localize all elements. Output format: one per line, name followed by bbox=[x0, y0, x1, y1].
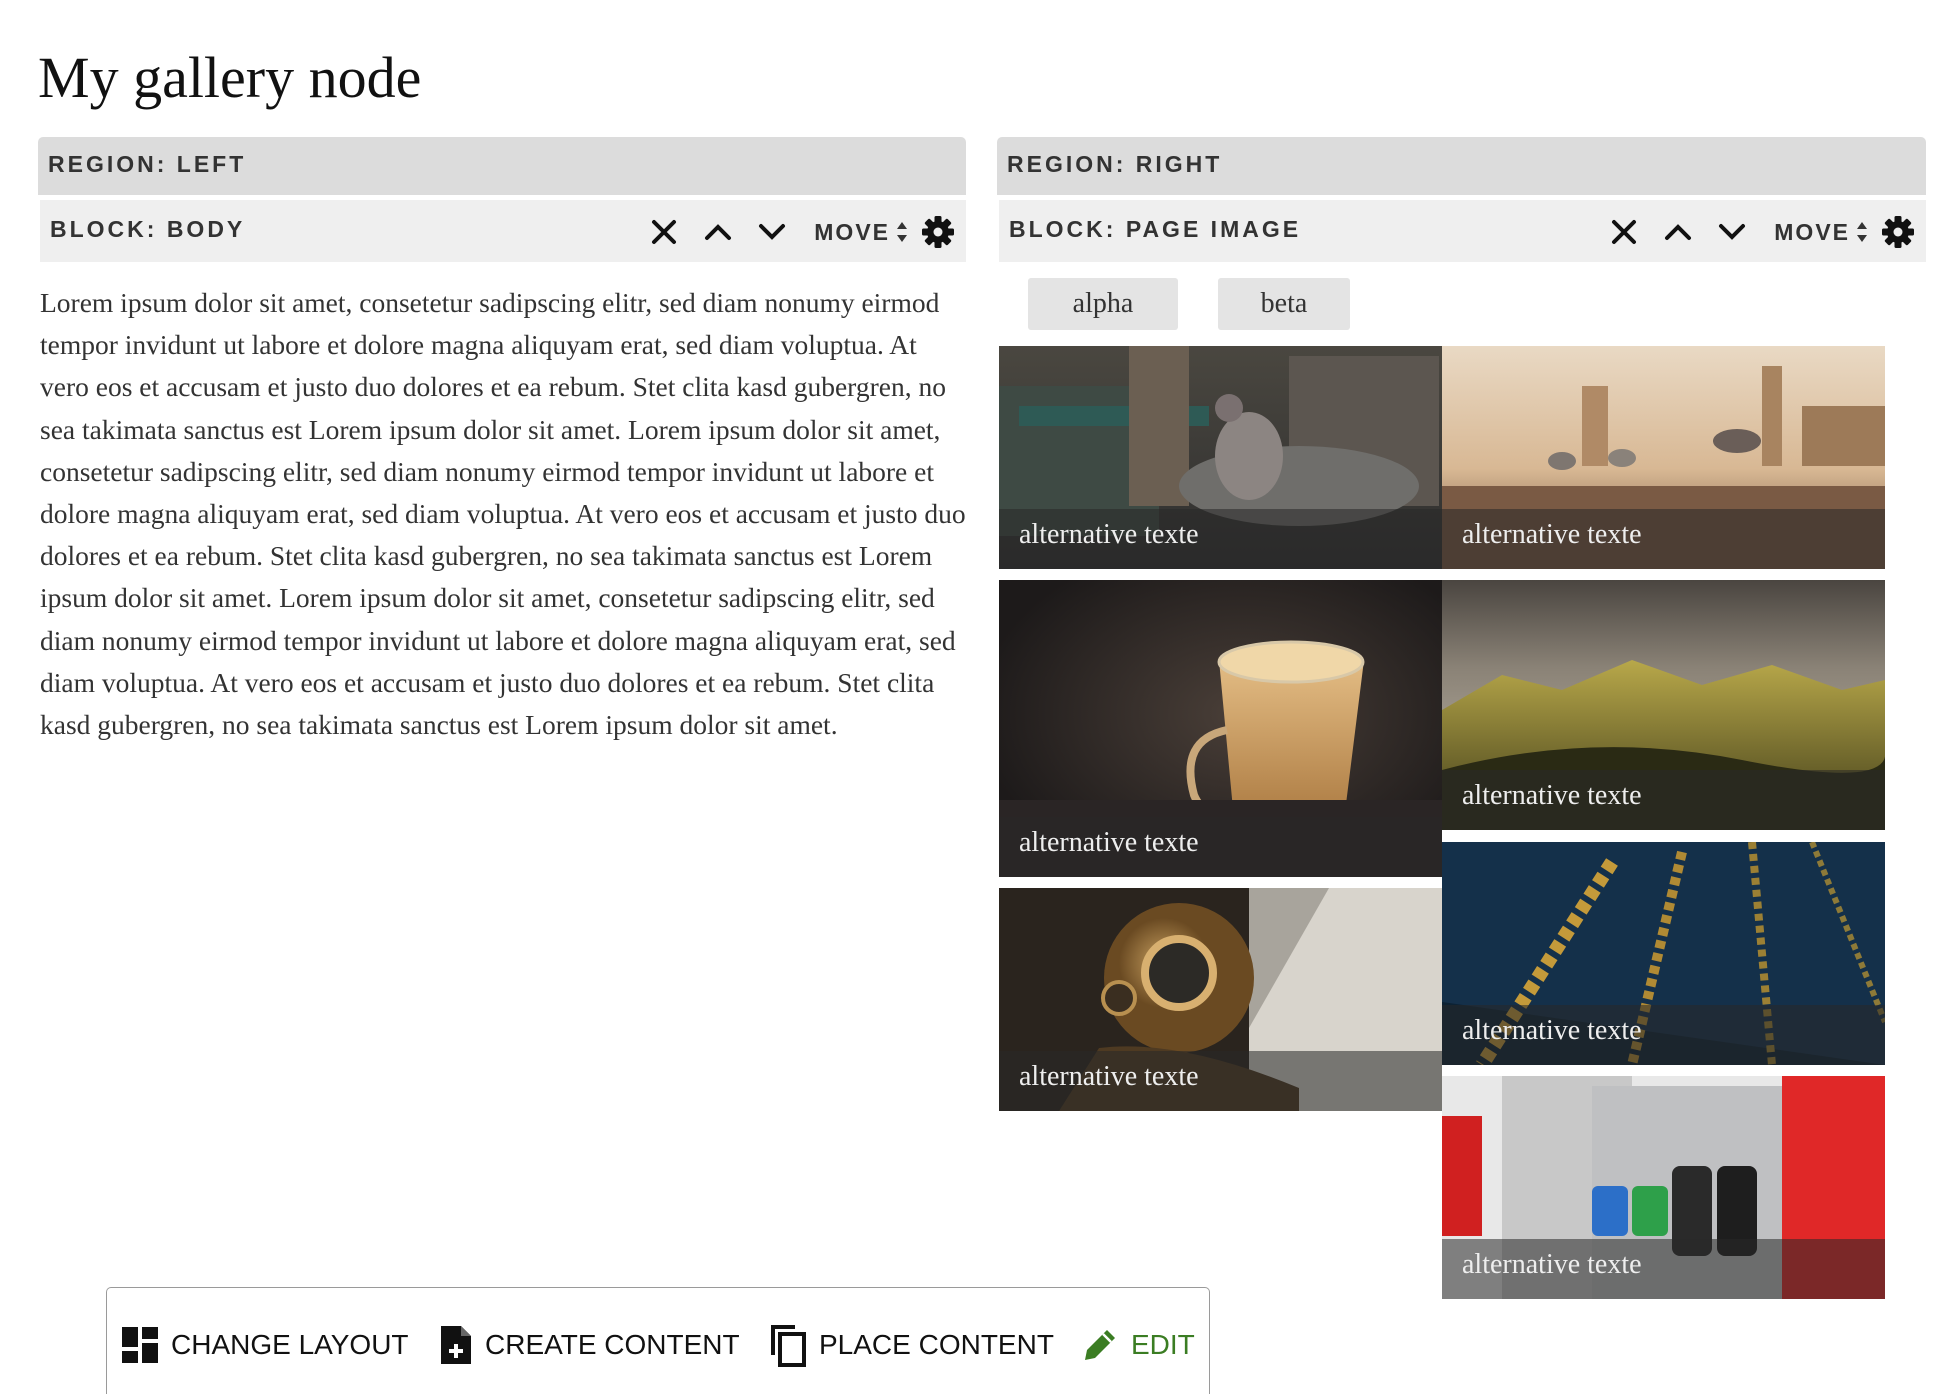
move-label: MOVE bbox=[1774, 218, 1850, 245]
create-content-button[interactable]: CREATE CONTENT bbox=[439, 1320, 740, 1370]
sort-icon bbox=[897, 222, 907, 242]
move-up-button[interactable] bbox=[698, 214, 738, 250]
gallery-item[interactable]: alternative texte bbox=[999, 888, 1442, 1111]
gallery-item[interactable]: alternative texte bbox=[999, 346, 1442, 569]
region-left-label: REGION: LEFT bbox=[48, 151, 247, 177]
chevron-down-icon bbox=[1719, 224, 1746, 240]
region-left-header: REGION: LEFT bbox=[38, 137, 966, 195]
region-right-header: REGION: RIGHT bbox=[997, 137, 1926, 195]
gear-icon bbox=[922, 216, 954, 248]
configure-block-button[interactable] bbox=[920, 214, 956, 250]
move-block-button[interactable]: MOVE bbox=[1774, 219, 1868, 246]
gallery-caption: alternative texte bbox=[999, 817, 1442, 877]
move-up-button[interactable] bbox=[1658, 214, 1698, 250]
change-layout-button[interactable]: CHANGE LAYOUT bbox=[121, 1320, 409, 1370]
gear-icon bbox=[1882, 216, 1914, 248]
gallery-caption: alternative texte bbox=[1442, 770, 1885, 830]
change-layout-label: CHANGE LAYOUT bbox=[171, 1329, 409, 1360]
place-content-label: PLACE CONTENT bbox=[819, 1329, 1054, 1360]
copy-icon bbox=[771, 1325, 806, 1367]
block-page-image-tools: MOVE bbox=[1590, 214, 1916, 250]
block-body-label: BLOCK: BODY bbox=[50, 216, 246, 242]
sort-icon bbox=[1857, 222, 1867, 242]
layout-toolbar: CHANGE LAYOUT CREATE CONTENT PLACE CONTE… bbox=[106, 1287, 1210, 1394]
remove-block-button[interactable] bbox=[644, 214, 684, 250]
gallery-filters: alpha beta bbox=[1028, 278, 1350, 330]
move-label: MOVE bbox=[814, 218, 890, 245]
block-page-image-label: BLOCK: PAGE IMAGE bbox=[1009, 216, 1302, 242]
configure-block-button[interactable] bbox=[1880, 214, 1916, 250]
create-content-label: CREATE CONTENT bbox=[485, 1329, 740, 1360]
place-content-button[interactable]: PLACE CONTENT bbox=[769, 1320, 1054, 1370]
block-body-header: BLOCK: BODY MOVE bbox=[40, 200, 966, 262]
gallery-item[interactable]: alternative texte bbox=[1442, 346, 1885, 569]
gallery-caption: alternative texte bbox=[999, 509, 1442, 569]
chevron-up-icon bbox=[705, 224, 732, 240]
new-document-icon bbox=[441, 1326, 471, 1364]
page-title: My gallery node bbox=[38, 45, 422, 110]
gallery-caption: alternative texte bbox=[1442, 1239, 1885, 1299]
gallery-caption: alternative texte bbox=[1442, 509, 1885, 569]
region-right-label: REGION: RIGHT bbox=[1007, 151, 1223, 177]
block-page-image-header: BLOCK: PAGE IMAGE MOVE bbox=[999, 200, 1926, 262]
gallery-item[interactable]: alternative texte bbox=[999, 580, 1442, 877]
close-icon bbox=[1612, 220, 1637, 244]
remove-block-button[interactable] bbox=[1604, 214, 1644, 250]
gallery-item[interactable]: alternative texte bbox=[1442, 580, 1885, 830]
block-body-tools: MOVE bbox=[630, 214, 956, 250]
close-icon bbox=[652, 220, 677, 244]
gallery-caption: alternative texte bbox=[999, 1051, 1442, 1111]
edit-label: EDIT bbox=[1131, 1329, 1195, 1360]
gallery-caption: alternative texte bbox=[1442, 1005, 1885, 1065]
filter-beta[interactable]: beta bbox=[1218, 278, 1350, 330]
chevron-up-icon bbox=[1665, 224, 1692, 240]
body-text: Lorem ipsum dolor sit amet, consetetur s… bbox=[40, 287, 966, 741]
edit-button[interactable]: EDIT bbox=[1081, 1320, 1195, 1370]
layout-icon bbox=[122, 1327, 158, 1363]
move-block-button[interactable]: MOVE bbox=[814, 219, 908, 246]
move-down-button[interactable] bbox=[752, 214, 792, 250]
chevron-down-icon bbox=[759, 224, 786, 240]
pencil-icon bbox=[1085, 1330, 1115, 1360]
gallery-item[interactable]: alternative texte bbox=[1442, 1076, 1885, 1299]
gallery-item[interactable]: alternative texte bbox=[1442, 842, 1885, 1065]
filter-alpha[interactable]: alpha bbox=[1028, 278, 1178, 330]
move-down-button[interactable] bbox=[1712, 214, 1752, 250]
